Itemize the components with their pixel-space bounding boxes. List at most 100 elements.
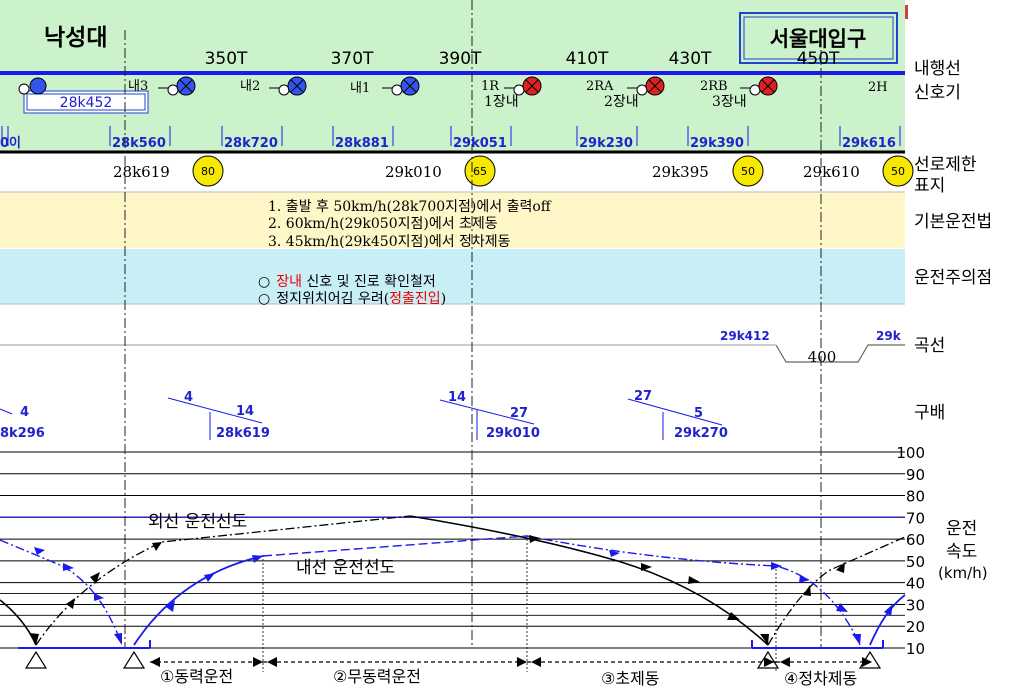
- track-circuit-label: 410T: [566, 49, 609, 69]
- inner-curve-accel: [133, 555, 264, 646]
- signal-label: 2H: [868, 80, 888, 95]
- basic-driving-2: 2. 60km/h(29k050지점)에서 초제동: [268, 216, 498, 232]
- track-circuit-label: 390T: [439, 49, 482, 69]
- track-circuit-label: 350T: [205, 49, 248, 69]
- speed-tick-label: 80: [906, 488, 925, 506]
- track-circuit-label: 450T: [797, 49, 840, 69]
- speed-limit-value: 50: [741, 165, 755, 178]
- outer-curve-left-accel: [35, 515, 411, 646]
- speed-tick-label: 100: [896, 444, 925, 462]
- gradient-1-a: 4: [184, 390, 193, 405]
- km-post-label: 29k390: [690, 136, 744, 151]
- signal-lamp: [749, 84, 761, 96]
- signal-label: 내2: [240, 79, 260, 94]
- row-label-speed-limit: 표지: [914, 176, 945, 196]
- km-post-label: 28k881: [335, 136, 389, 151]
- speed-limit-km: 28k619: [113, 163, 170, 181]
- speed-tick-label: 10: [906, 640, 925, 658]
- row-label-speed: 속도: [946, 542, 977, 562]
- gradient-2-km: 29k010: [486, 426, 540, 441]
- speed-tick-label: 40: [906, 575, 925, 593]
- speed-limit-km: 29k610: [803, 163, 860, 181]
- basic-driving-3: 3. 45km/h(29k450지점)에서 정차제동: [268, 234, 511, 250]
- speed-tick-label: 70: [906, 509, 925, 527]
- signal-lamp: [513, 84, 525, 96]
- curve-end-km: 29k: [876, 329, 902, 343]
- gradient-0-a: 4: [20, 405, 29, 420]
- km-post-label: 28k720: [224, 136, 278, 151]
- outer-curve-left-decel: [0, 599, 37, 646]
- gradient-1-b: 14: [236, 404, 254, 419]
- station-left-name: 낙성대: [44, 24, 107, 51]
- row-label-basic: 기본운전법: [914, 212, 992, 232]
- speed-limit-value: 50: [891, 165, 905, 178]
- signal-lamp: [167, 84, 179, 96]
- track-circuit-label: 370T: [331, 49, 374, 69]
- signal-label: 2RA: [586, 79, 614, 94]
- curve-start-km: 29k412: [720, 329, 770, 343]
- row-label-signal: 내행선: [914, 59, 961, 79]
- gradient-0-km: 8k296: [0, 426, 45, 441]
- km-post-label: 29k230: [579, 136, 633, 151]
- signal-lamp: [636, 84, 648, 96]
- outer-curve-coast: [409, 515, 769, 646]
- row-label-speed: 운전: [946, 519, 977, 539]
- signal-lamp: [391, 84, 403, 96]
- platforms: [18, 640, 884, 649]
- phase-4: ④정차제동: [784, 669, 857, 688]
- row-label-gradient: 구배: [914, 403, 945, 423]
- curve-shape: [775, 344, 905, 363]
- caution-band: [0, 249, 905, 304]
- signal-label: 1R: [481, 79, 500, 94]
- phase-1: ①동력운전: [160, 667, 233, 686]
- km-post-label: 29k616: [842, 136, 896, 151]
- signal-lamp: [278, 84, 290, 96]
- gradient-3-b: 5: [694, 406, 703, 421]
- signal-sub-label: 2장내: [604, 94, 639, 110]
- signal-head: [18, 83, 30, 95]
- speed-limit-km: 29k010: [385, 163, 442, 181]
- row-label-signal: 신호기: [914, 83, 961, 103]
- gradient-2-b: 27: [510, 406, 528, 421]
- row-label-curve: 곡선: [914, 336, 945, 356]
- speed-limit-km: 29k395: [652, 163, 709, 181]
- caution-2: ○ 정지위치어김 우려(정출진입): [258, 291, 446, 307]
- curve-radius: 400: [808, 348, 837, 366]
- speed-tick-label: 90: [906, 466, 925, 484]
- gradient-3-km: 29k270: [674, 426, 728, 441]
- signal-label: 내3: [128, 79, 148, 94]
- inner-curve-label: 내선 운전선도: [296, 558, 395, 578]
- km-post-label: 28k560: [112, 136, 166, 151]
- outer-curve-right-accel: [767, 536, 906, 646]
- inner-curve-left-decel: [0, 539, 123, 646]
- speed-limit-value: 65: [473, 165, 487, 178]
- row-label-caution: 운전주의점: [914, 268, 992, 288]
- km-post-label: 0이: [0, 135, 21, 151]
- row-label-speed-limit: 선로제한: [914, 155, 977, 175]
- outer-curve-label: 외선 운전선도: [148, 512, 247, 532]
- signal-label: 2RB: [700, 79, 728, 94]
- inner-curve-right-accel: [869, 594, 906, 646]
- signal-label: 내1: [350, 81, 370, 96]
- phase-2: ②무동력운전: [333, 667, 421, 686]
- caution-1: ○ 장내 신호 및 진로 확인철저: [258, 274, 436, 290]
- speed-limit-value: 80: [201, 165, 215, 178]
- gradient-2-a: 14: [448, 390, 466, 405]
- row-label-speed-unit: (km/h): [938, 564, 988, 582]
- signal-head: [29, 77, 47, 95]
- basic-driving-1: 1. 출발 후 50km/h(28k700지점)에서 출력off: [268, 199, 552, 215]
- gradient-1-km: 28k619: [216, 426, 270, 441]
- speed-tick-label: 50: [906, 553, 925, 571]
- signal-band: [0, 0, 905, 152]
- station-km-label: 28k452: [60, 95, 113, 111]
- phase-3: ③초제동: [601, 669, 660, 688]
- station-right-name: 서울대입구: [770, 26, 867, 51]
- signal-sub-label: 1장내: [484, 94, 519, 110]
- signal-sub-label: 3장내: [712, 94, 747, 110]
- track-circuit-label: 430T: [669, 49, 712, 69]
- km-post-label: 29k051: [453, 136, 507, 151]
- speed-tick-label: 60: [906, 531, 925, 549]
- gradient-3-a: 27: [634, 389, 652, 404]
- speed-tick-label: 30: [906, 596, 925, 614]
- speed-tick-label: 20: [906, 618, 925, 636]
